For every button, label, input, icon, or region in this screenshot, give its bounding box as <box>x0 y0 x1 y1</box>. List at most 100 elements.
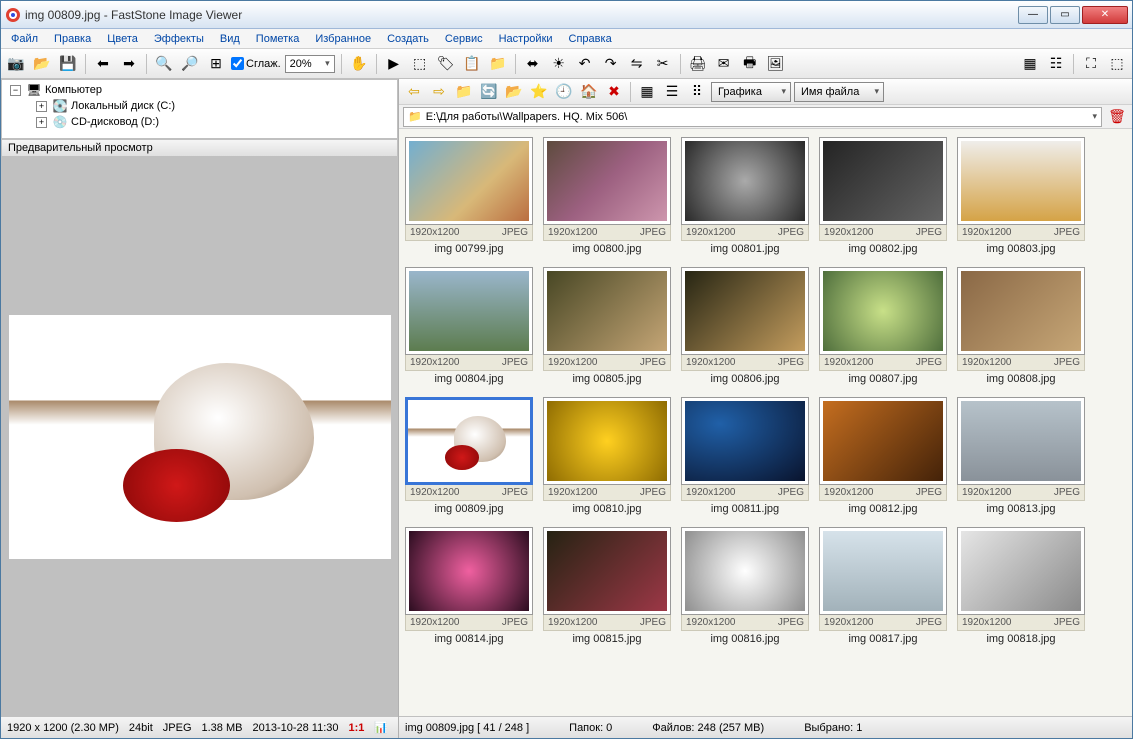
thumbnail-item[interactable]: 1920x1200JPEGimg 00811.jpg <box>681 397 809 517</box>
thumbnail-item[interactable]: 1920x1200JPEGimg 00807.jpg <box>819 267 947 387</box>
view-thumbnails-icon[interactable]: ▦ <box>1019 53 1041 75</box>
tree-node-drive-c[interactable]: + 💽 Локальный диск (C:) <box>6 98 393 114</box>
resize-icon[interactable]: ⬌ <box>522 53 544 75</box>
refresh-icon[interactable]: 🔄 <box>478 81 500 103</box>
delete-icon[interactable]: ✖ <box>603 81 625 103</box>
open-folder-icon[interactable]: 📂 <box>31 53 53 75</box>
nav-back-icon[interactable]: ⇦ <box>403 81 425 103</box>
histogram-icon[interactable]: 📊 <box>374 721 388 734</box>
nav-forward-icon[interactable]: ➡ <box>118 53 140 75</box>
thumbnail-item[interactable]: 1920x1200JPEGimg 00804.jpg <box>405 267 533 387</box>
desktop-icon[interactable]: 🏠 <box>578 81 600 103</box>
menu-справка[interactable]: Справка <box>563 31 618 47</box>
app-window: img 00809.jpg - FastStone Image Viewer —… <box>0 0 1133 739</box>
menu-сервис[interactable]: Сервис <box>439 31 489 47</box>
thumbnail-item[interactable]: 1920x1200JPEGimg 00818.jpg <box>957 527 1085 647</box>
menu-цвета[interactable]: Цвета <box>101 31 144 47</box>
thumbnail-item[interactable]: 1920x1200JPEGimg 00809.jpg <box>405 397 533 517</box>
zoom-percent-combo[interactable]: 20%▾ <box>285 55 335 73</box>
view-details-icon[interactable]: ☷ <box>1045 53 1067 75</box>
menu-создать[interactable]: Создать <box>381 31 435 47</box>
folder-up-icon[interactable]: 📁 <box>453 81 475 103</box>
thumbnail-item[interactable]: 1920x1200JPEGimg 00806.jpg <box>681 267 809 387</box>
preview-area[interactable] <box>1 157 398 716</box>
thumbnail-item[interactable]: 1920x1200JPEGimg 00817.jpg <box>819 527 947 647</box>
minimize-button[interactable]: — <box>1018 6 1048 24</box>
acquire-icon[interactable]: 📷 <box>5 53 27 75</box>
menu-правка[interactable]: Правка <box>48 31 97 47</box>
app-icon <box>5 7 21 23</box>
menu-вид[interactable]: Вид <box>214 31 246 47</box>
new-folder-icon[interactable]: 📂 <box>503 81 525 103</box>
menu-эффекты[interactable]: Эффекты <box>148 31 210 47</box>
crop-icon[interactable]: ✂ <box>652 53 674 75</box>
tree-root-computer[interactable]: − 🖥 Компьютер <box>6 82 393 98</box>
tag-icon[interactable]: 🏷 <box>435 53 457 75</box>
actual-size-icon[interactable]: ⊞ <box>205 53 227 75</box>
close-button[interactable]: ✕ <box>1082 6 1128 24</box>
scan-icon[interactable]: 🖨 <box>687 53 709 75</box>
thumbnail-image <box>543 137 671 225</box>
thumbnail-image <box>405 267 533 355</box>
favorites-icon[interactable]: ⭐ <box>528 81 550 103</box>
path-input[interactable]: 📁 E:\Для работы\Wallpapers. HQ. Mix 506\ <box>403 107 1102 127</box>
history-icon[interactable]: 🕘 <box>553 81 575 103</box>
slideshow-icon[interactable]: ▶ <box>383 53 405 75</box>
trash-icon[interactable]: 🗑 <box>1106 107 1128 127</box>
smoothing-checkbox[interactable] <box>231 57 244 70</box>
expand-icon[interactable]: + <box>36 101 47 112</box>
thumbnail-grid[interactable]: 1920x1200JPEGimg 00799.jpg1920x1200JPEGi… <box>399 129 1132 716</box>
folder-tree[interactable]: − 🖥 Компьютер + 💽 Локальный диск (C:) + … <box>1 79 398 139</box>
view-list-icon[interactable]: ☰ <box>661 81 683 103</box>
hand-tool-icon[interactable]: ✋ <box>348 53 370 75</box>
collapse-icon[interactable]: − <box>10 85 21 96</box>
thumbnail-item[interactable]: 1920x1200JPEGimg 00813.jpg <box>957 397 1085 517</box>
print-icon[interactable]: 🖶 <box>739 53 761 75</box>
menu-настройки[interactable]: Настройки <box>493 31 559 47</box>
thumbnail-item[interactable]: 1920x1200JPEGimg 00803.jpg <box>957 137 1085 257</box>
smoothing-toggle[interactable]: Сглаж. <box>231 57 281 70</box>
compare-icon[interactable]: ⬚ <box>409 53 431 75</box>
thumbnail-item[interactable]: 1920x1200JPEGimg 00810.jpg <box>543 397 671 517</box>
thumbnail-item[interactable]: 1920x1200JPEGimg 00801.jpg <box>681 137 809 257</box>
menu-пометка[interactable]: Пометка <box>250 31 306 47</box>
dual-monitor-icon[interactable]: ⬚ <box>1106 53 1128 75</box>
thumb-dimensions: 1920x1200 <box>410 227 460 238</box>
thumbnail-item[interactable]: 1920x1200JPEGimg 00800.jpg <box>543 137 671 257</box>
menu-избранное[interactable]: Избранное <box>309 31 377 47</box>
nav-back-icon[interactable]: ⬅ <box>92 53 114 75</box>
adjust-icon[interactable]: ☀ <box>548 53 570 75</box>
rotate-left-icon[interactable]: ↶ <box>574 53 596 75</box>
email-icon[interactable]: ✉ <box>713 53 735 75</box>
thumbnail-item[interactable]: 1920x1200JPEGimg 00808.jpg <box>957 267 1085 387</box>
status-format: JPEG <box>163 722 192 734</box>
view-large-icon[interactable]: ▦ <box>636 81 658 103</box>
thumbnail-meta: 1920x1200JPEG <box>819 355 947 371</box>
thumbnail-item[interactable]: 1920x1200JPEGimg 00799.jpg <box>405 137 533 257</box>
tree-node-drive-d[interactable]: + 💿 CD-дисковод (D:) <box>6 114 393 130</box>
move-to-icon[interactable]: 📁 <box>487 53 509 75</box>
nav-forward-icon[interactable]: ⇨ <box>428 81 450 103</box>
view-mode-combo[interactable]: Графика <box>711 82 791 102</box>
thumbnail-item[interactable]: 1920x1200JPEGimg 00805.jpg <box>543 267 671 387</box>
thumbnail-item[interactable]: 1920x1200JPEGimg 00816.jpg <box>681 527 809 647</box>
expand-icon[interactable]: + <box>36 117 47 128</box>
thumbnail-item[interactable]: 1920x1200JPEGimg 00802.jpg <box>819 137 947 257</box>
view-small-icon[interactable]: ⠿ <box>686 81 708 103</box>
thumbnail-item[interactable]: 1920x1200JPEGimg 00814.jpg <box>405 527 533 647</box>
menu-файл[interactable]: Файл <box>5 31 44 47</box>
thumbnail-item[interactable]: 1920x1200JPEGimg 00812.jpg <box>819 397 947 517</box>
flip-h-icon[interactable]: ⇋ <box>626 53 648 75</box>
maximize-button[interactable]: ▭ <box>1050 6 1080 24</box>
zoom-out-icon[interactable]: 🔎 <box>179 53 201 75</box>
sort-by-combo[interactable]: Имя файла <box>794 82 884 102</box>
wallpaper-icon[interactable]: 🖼 <box>765 53 787 75</box>
copy-to-icon[interactable]: 📋 <box>461 53 483 75</box>
thumb-dimensions: 1920x1200 <box>548 357 598 368</box>
save-icon[interactable]: 💾 <box>57 53 79 75</box>
thumb-dimensions: 1920x1200 <box>410 617 460 628</box>
thumbnail-item[interactable]: 1920x1200JPEGimg 00815.jpg <box>543 527 671 647</box>
rotate-right-icon[interactable]: ↷ <box>600 53 622 75</box>
fullscreen-icon[interactable]: ⛶ <box>1080 53 1102 75</box>
zoom-in-icon[interactable]: 🔍 <box>153 53 175 75</box>
